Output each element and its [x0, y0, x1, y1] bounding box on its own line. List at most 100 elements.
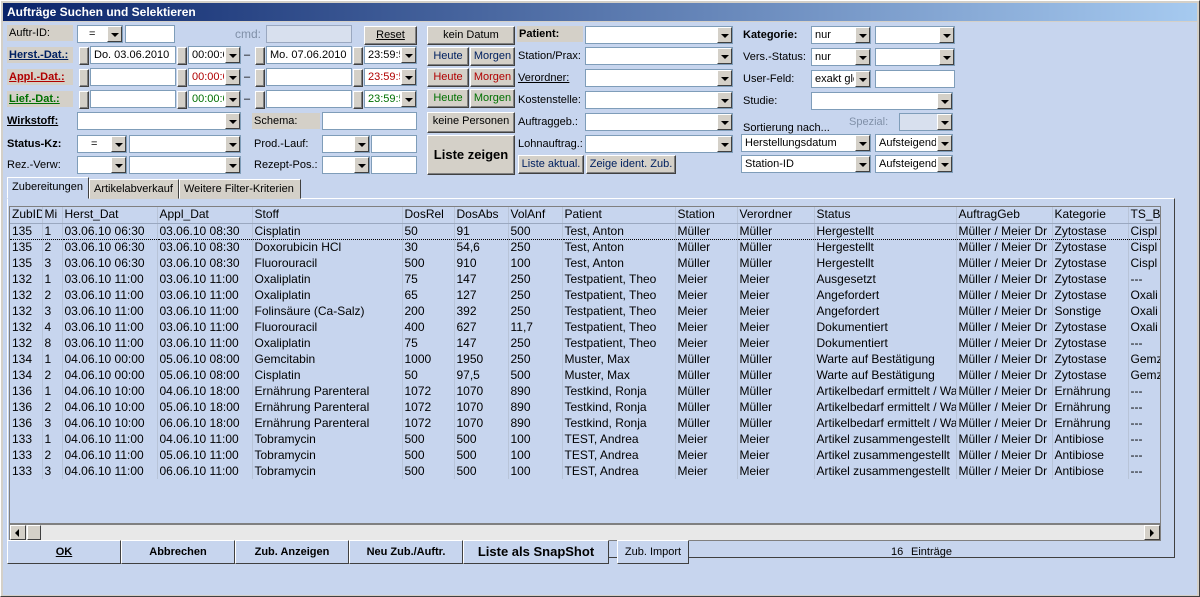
appl-from-date-input[interactable] — [90, 68, 176, 86]
table-row[interactable]: 132 1 03.06.10 11:00 03.06.10 11:00 Oxalipla… — [10, 271, 1160, 287]
table-row[interactable]: 134 2 04.06.10 00:00 05.06.10 08:00 Cisplati… — [10, 367, 1160, 383]
auftraggeb-select[interactable] — [585, 113, 733, 131]
patient-select[interactable] — [585, 26, 733, 44]
column-header[interactable]: VolAnf — [508, 207, 563, 224]
kategorie-mode-select[interactable]: nur — [811, 26, 871, 44]
table-row[interactable]: 133 1 04.06.10 11:00 04.06.10 11:00 Tobramyc… — [10, 431, 1160, 447]
herst-to-picker-button[interactable] — [255, 47, 265, 65]
sort2-dir-select[interactable]: Aufsteigend — [875, 155, 953, 173]
abbrechen-button[interactable]: Abbrechen — [121, 540, 235, 564]
herst-from-time-button[interactable] — [177, 47, 187, 65]
appl-to-time-select[interactable]: 23:59:5 — [364, 68, 417, 86]
user-feld-input[interactable] — [875, 70, 955, 88]
rezept-pos-input[interactable] — [371, 156, 417, 174]
studie-select[interactable] — [811, 92, 953, 110]
spezial-select[interactable] — [899, 113, 953, 131]
appl-from-picker-button[interactable] — [79, 69, 89, 87]
column-header[interactable]: Stoff — [252, 207, 403, 224]
herst-to-time-button[interactable] — [353, 47, 363, 65]
table-row[interactable]: 132 2 03.06.10 11:00 03.06.10 11:00 Oxalipla… — [10, 287, 1160, 303]
column-header[interactable]: Status — [814, 207, 957, 224]
lief-morgen-button[interactable]: Morgen — [470, 89, 515, 108]
sort1-dir-select[interactable]: Aufsteigend — [875, 134, 953, 152]
lief-to-picker-button[interactable] — [255, 91, 265, 109]
table-row[interactable]: 136 1 04.06.10 10:00 04.06.10 18:00 Ernährun… — [10, 383, 1160, 399]
ok-button[interactable]: OK — [7, 540, 121, 564]
lief-to-time-select[interactable]: 23:59:5 — [364, 90, 417, 108]
reset-button[interactable]: Reset — [364, 26, 417, 45]
vers-status-mode-select[interactable]: nur — [811, 48, 871, 66]
zub-anzeigen-button[interactable]: Zub. Anzeigen — [235, 540, 349, 564]
column-header[interactable]: ZubID — [10, 207, 43, 224]
lief-from-date-input[interactable] — [90, 90, 176, 108]
horizontal-scrollbar[interactable] — [9, 524, 1161, 541]
auftr-id-op-select[interactable]: = — [77, 25, 123, 43]
herst-from-date-input[interactable]: Do. 03.06.2010 — [90, 46, 176, 64]
lief-heute-button[interactable]: Heute — [427, 89, 469, 108]
liste-aktual-button[interactable]: Liste aktual. — [518, 155, 584, 174]
schema-input[interactable] — [322, 112, 417, 130]
column-header[interactable]: Verordner — [737, 207, 815, 224]
cmd-input[interactable] — [266, 25, 352, 43]
vers-status-select[interactable] — [875, 48, 955, 66]
appl-from-time-button[interactable] — [177, 69, 187, 87]
verordner-select[interactable] — [585, 69, 733, 87]
lief-from-time-select[interactable]: 00:00:0 — [188, 90, 241, 108]
kein-datum-button[interactable]: kein Datum — [427, 26, 515, 45]
table-row[interactable]: 133 2 04.06.10 11:00 05.06.10 11:00 Tobramyc… — [10, 447, 1160, 463]
scroll-left-icon[interactable] — [10, 525, 26, 540]
sort1-field-select[interactable]: Herstellungsdatum — [741, 134, 871, 152]
table-row[interactable]: 135 1 03.06.10 06:30 03.06.10 08:30 Cisplati… — [10, 222, 1160, 240]
herst-to-date-input[interactable]: Mo. 07.06.2010 — [266, 46, 352, 64]
zeige-ident-zub-button[interactable]: Zeige ident. Zub. — [586, 155, 676, 174]
lief-to-date-input[interactable] — [266, 90, 352, 108]
user-feld-mode-select[interactable]: exakt gle — [811, 70, 871, 88]
liste-zeigen-button[interactable]: Liste zeigen — [427, 135, 515, 175]
scroll-thumb[interactable] — [27, 525, 41, 540]
herst-to-time-select[interactable]: 23:59:5 — [364, 46, 417, 64]
zub-import-button[interactable]: Zub. Import — [617, 540, 689, 564]
appl-morgen-button[interactable]: Morgen — [470, 68, 515, 87]
status-kz-op-select[interactable]: = — [77, 135, 127, 153]
tab-zubereitungen[interactable]: Zubereitungen — [7, 177, 89, 199]
herst-morgen-button[interactable]: Morgen — [470, 47, 515, 66]
table-row[interactable]: 134 1 04.06.10 00:00 05.06.10 08:00 Gemcitab… — [10, 351, 1160, 367]
station-select[interactable] — [585, 47, 733, 65]
lohnauftrag-select[interactable] — [585, 135, 733, 153]
rez-verw-op-select[interactable] — [77, 156, 127, 174]
tab-artikelabverkauf[interactable]: Artikelabverkauf — [89, 179, 179, 199]
table-row[interactable]: 135 2 03.06.10 06:30 03.06.10 08:30 Doxorubi… — [10, 239, 1160, 255]
status-kz-select[interactable] — [129, 135, 241, 153]
column-header[interactable]: TS_B — [1128, 207, 1160, 224]
sort2-field-select[interactable]: Station-ID — [741, 155, 871, 173]
herst-from-time-select[interactable]: 00:00:0 — [188, 46, 241, 64]
column-header[interactable]: Appl_Dat — [157, 207, 253, 224]
table-row[interactable]: 132 4 03.06.10 11:00 03.06.10 11:00 Fluorour… — [10, 319, 1160, 335]
column-header[interactable]: Mi — [42, 207, 63, 224]
table-row[interactable]: 136 2 04.06.10 10:00 05.06.10 18:00 Ernährun… — [10, 399, 1160, 415]
appl-to-date-input[interactable] — [266, 68, 352, 86]
snapshot-button[interactable]: Liste als SnapShot — [463, 540, 609, 564]
auftr-id-input[interactable] — [125, 25, 175, 43]
table-row[interactable]: 135 3 03.06.10 06:30 03.06.10 08:30 Fluorour… — [10, 255, 1160, 271]
column-header[interactable]: Station — [675, 207, 738, 224]
results-table[interactable]: ZubID Mi Herst_Dat Appl_Dat Stoff DosRel DosAb… — [9, 206, 1161, 524]
appl-to-picker-button[interactable] — [255, 69, 265, 87]
wirkstoff-select[interactable] — [77, 112, 241, 130]
appl-to-time-button[interactable] — [353, 69, 363, 87]
tab-weitere-filter[interactable]: Weitere Filter-Kriterien — [179, 179, 301, 199]
column-header[interactable]: DosRel — [402, 207, 455, 224]
kategorie-select[interactable] — [875, 26, 955, 44]
keine-personen-button[interactable]: keine Personen — [427, 112, 515, 133]
column-header[interactable]: Patient — [562, 207, 676, 224]
prod-lauf-input[interactable] — [371, 135, 417, 153]
appl-from-time-select[interactable]: 00:00:0 — [188, 68, 241, 86]
table-row[interactable]: 132 3 03.06.10 11:00 03.06.10 11:00 Folinsäu… — [10, 303, 1160, 319]
prod-lauf-select[interactable] — [322, 135, 370, 153]
kostenstelle-select[interactable] — [585, 91, 733, 109]
column-header[interactable]: Herst_Dat — [62, 207, 158, 224]
lief-from-picker-button[interactable] — [79, 91, 89, 109]
appl-heute-button[interactable]: Heute — [427, 68, 469, 87]
rezept-pos-select[interactable] — [322, 156, 370, 174]
herst-heute-button[interactable]: Heute — [427, 47, 469, 66]
